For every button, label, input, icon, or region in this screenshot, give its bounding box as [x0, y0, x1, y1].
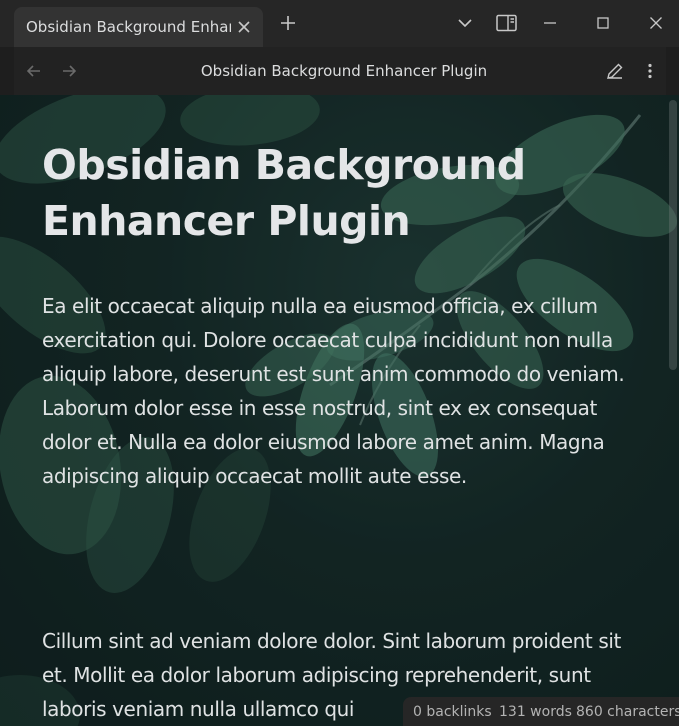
close-window-icon[interactable]: [647, 14, 665, 32]
status-backlinks[interactable]: 0 backlinks: [413, 704, 492, 720]
note-content[interactable]: Obsidian Background Enhancer Plugin Ea e…: [0, 95, 679, 726]
minimize-icon[interactable]: [541, 14, 559, 32]
chevron-down-icon[interactable]: [456, 14, 474, 32]
status-bar: 0 backlinks 131 words 860 characters: [403, 697, 679, 726]
sidebar-toggle-icon[interactable]: [496, 14, 517, 32]
tab-bar: Obsidian Background Enhancer Plugin: [0, 0, 679, 47]
note-title[interactable]: Obsidian Background Enhancer Plugin: [42, 137, 602, 249]
status-character-count[interactable]: 860 characters: [576, 704, 679, 720]
pencil-icon[interactable]: [605, 61, 625, 81]
view-header-title[interactable]: Obsidian Background Enhancer Plugin: [14, 62, 674, 80]
view-header: Obsidian Background Enhancer Plugin: [14, 47, 666, 95]
note-paragraph[interactable]: Ea elit occaecat aliquip nulla ea eiusmo…: [42, 289, 642, 493]
more-vertical-icon[interactable]: [640, 61, 660, 81]
scrollbar-thumb[interactable]: [669, 100, 677, 370]
plus-icon[interactable]: [280, 15, 296, 31]
close-icon[interactable]: [236, 19, 252, 35]
tab-active[interactable]: Obsidian Background Enhancer Plugin: [14, 7, 263, 47]
tab-title: Obsidian Background Enhancer Plugin: [26, 18, 231, 36]
status-word-count[interactable]: 131 words: [499, 704, 572, 720]
maximize-icon[interactable]: [594, 14, 612, 32]
